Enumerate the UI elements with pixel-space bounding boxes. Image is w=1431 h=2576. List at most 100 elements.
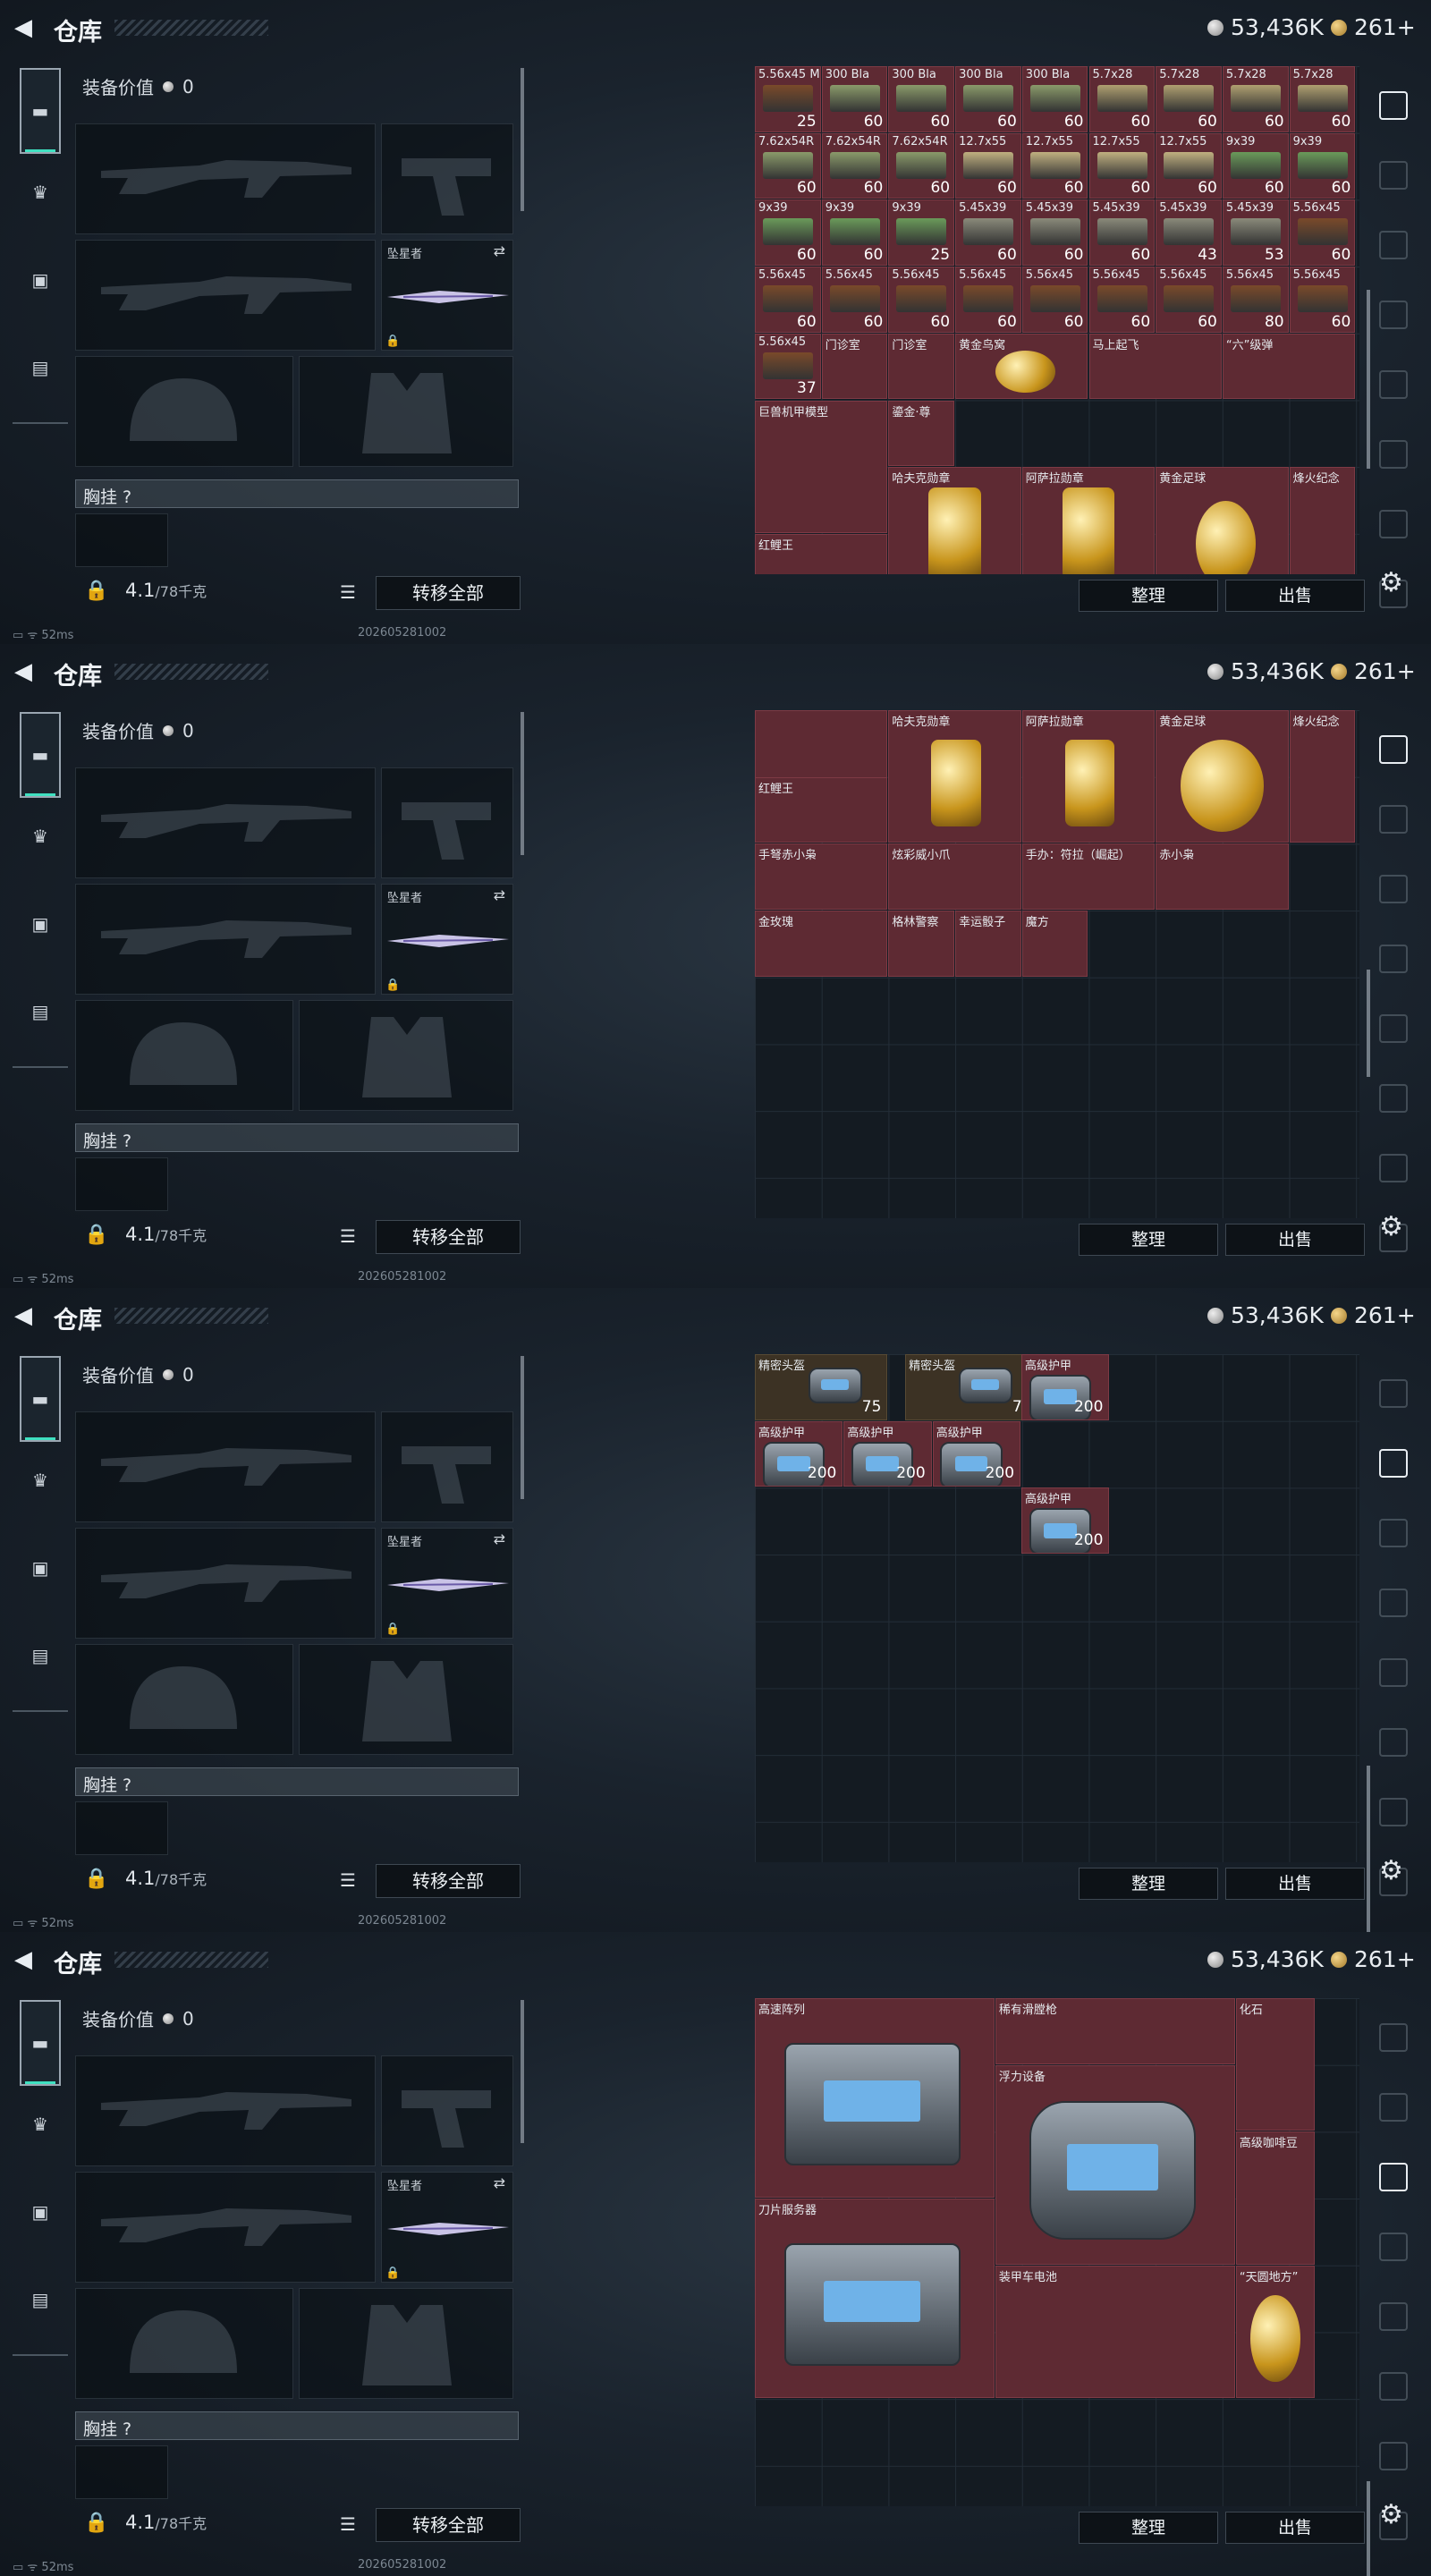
sell-button[interactable]: 出售 bbox=[1225, 1224, 1365, 1256]
ammo-box[interactable]: 5.56x45 60 bbox=[1156, 267, 1222, 333]
collectible-item[interactable]: 黄金足球 bbox=[1156, 467, 1289, 574]
stash-tab-3-icon[interactable] bbox=[1379, 301, 1408, 329]
swap-icon[interactable]: ⇄ bbox=[494, 2174, 505, 2191]
ammo-box[interactable]: 5.56x45 60 bbox=[1289, 199, 1356, 267]
collectible-item[interactable]: 红鲤王 bbox=[755, 533, 888, 574]
stash-tab-4-icon[interactable] bbox=[1379, 2302, 1408, 2331]
grid-scrollbar[interactable] bbox=[1367, 970, 1370, 1077]
melee-slot[interactable]: 坠星者 ⇄ 🔒 bbox=[381, 884, 513, 995]
stash-tab-2-icon[interactable] bbox=[1379, 231, 1408, 259]
melee-slot[interactable]: 坠星者 ⇄ 🔒 bbox=[381, 2172, 513, 2283]
ammo-box[interactable]: 5.7x28 60 bbox=[1222, 66, 1289, 132]
chest-rig-slot[interactable] bbox=[75, 513, 168, 567]
collectible-item[interactable]: 稀有滑膛枪 bbox=[995, 1998, 1235, 2064]
collectible-item[interactable]: 巨兽机甲模型 bbox=[755, 400, 888, 533]
armor-item[interactable]: 高级护甲 200 bbox=[1021, 1354, 1110, 1420]
ammo-box[interactable]: 7.62x54R 60 bbox=[888, 132, 955, 199]
grid-scrollbar[interactable] bbox=[1367, 290, 1370, 469]
collectible-item[interactable]: 红鲤王 bbox=[755, 776, 888, 843]
stash-tab-6-icon[interactable] bbox=[1379, 2442, 1408, 2470]
backpack-icon[interactable]: ▣ bbox=[20, 2191, 61, 2233]
stash-tab-5-icon[interactable] bbox=[1379, 1084, 1408, 1113]
ammo-box[interactable]: 5.45x39 60 bbox=[1021, 199, 1088, 267]
pistol-slot[interactable] bbox=[381, 123, 513, 234]
swap-icon[interactable]: ⇄ bbox=[494, 1530, 505, 1547]
ammo-box[interactable]: 5.56x45 80 bbox=[1222, 267, 1289, 333]
helmet-slot[interactable] bbox=[75, 356, 293, 467]
collectible-item[interactable]: 炫彩威小爪 bbox=[888, 843, 1021, 911]
ammo-box[interactable]: 300 Bla 60 bbox=[888, 66, 955, 132]
pistol-slot[interactable] bbox=[381, 2055, 513, 2166]
sort-button[interactable]: 整理 bbox=[1079, 2512, 1218, 2544]
ammo-box[interactable]: 12.7x55 60 bbox=[1156, 132, 1222, 199]
list-icon[interactable]: ☰ bbox=[340, 1225, 356, 1247]
stash-tab-4-icon[interactable] bbox=[1379, 1014, 1408, 1043]
collectible-item[interactable]: 阿萨拉勋章 bbox=[1021, 467, 1156, 574]
collectible-item[interactable]: 黄金鸟窝 bbox=[955, 333, 1088, 400]
primary-weapon-slot[interactable] bbox=[75, 767, 376, 878]
collectible-item[interactable]: “天圆地方” bbox=[1235, 2265, 1316, 2399]
ammo-box[interactable]: 12.7x55 60 bbox=[955, 132, 1021, 199]
ammo-box[interactable]: 5.45x39 53 bbox=[1222, 199, 1289, 267]
briefcase-icon[interactable]: ▤ bbox=[20, 347, 61, 388]
lock-icon[interactable]: 🔒 bbox=[84, 2512, 108, 2534]
sell-button[interactable]: 出售 bbox=[1225, 580, 1365, 612]
collectible-item[interactable]: 马上起飞 bbox=[1088, 333, 1222, 400]
sort-button[interactable]: 整理 bbox=[1079, 580, 1218, 612]
armor-item[interactable]: 高级护甲 200 bbox=[932, 1420, 1021, 1487]
transfer-all-button[interactable]: 转移全部 bbox=[376, 2508, 521, 2542]
grid-scrollbar[interactable] bbox=[1367, 2481, 1370, 2576]
ammo-box[interactable]: 5.56x45 60 bbox=[888, 267, 955, 333]
stash-tab-6-icon[interactable] bbox=[1379, 1798, 1408, 1826]
secondary-weapon-slot[interactable] bbox=[75, 884, 376, 995]
melee-slot[interactable]: 坠星者 ⇄ 🔒 bbox=[381, 240, 513, 351]
stash-tab-main-icon[interactable] bbox=[1379, 2023, 1408, 2052]
armor-slot[interactable] bbox=[299, 356, 513, 467]
grid-scrollbar[interactable] bbox=[1367, 1766, 1370, 1932]
collectible-item[interactable]: 金玫瑰 bbox=[755, 911, 888, 977]
ammo-box[interactable]: 7.62x54R 60 bbox=[821, 132, 888, 199]
helmet-icon[interactable]: ♛ bbox=[20, 1460, 61, 1501]
stash-tab-5-icon[interactable] bbox=[1379, 440, 1408, 469]
ammo-box[interactable]: 9x39 60 bbox=[1222, 132, 1289, 199]
stash-tab-1-icon[interactable] bbox=[1379, 161, 1408, 190]
stash-tab-1-icon[interactable] bbox=[1379, 1449, 1408, 1478]
helmet-icon[interactable]: ♛ bbox=[20, 816, 61, 857]
chest-rig-slot[interactable] bbox=[75, 1801, 168, 1855]
stash-tab-3-icon[interactable] bbox=[1379, 2233, 1408, 2261]
ammo-box[interactable]: 5.56x45 60 bbox=[821, 267, 888, 333]
briefcase-icon[interactable]: ▤ bbox=[20, 1635, 61, 1676]
gun-icon[interactable]: ▬ bbox=[20, 2000, 61, 2086]
ammo-box[interactable]: 5.56x45 60 bbox=[1289, 267, 1356, 333]
armor-item[interactable]: 精密头盔75 bbox=[905, 1354, 1038, 1420]
pistol-slot[interactable] bbox=[381, 1411, 513, 1522]
helmet-slot[interactable] bbox=[75, 1000, 293, 1111]
primary-weapon-slot[interactable] bbox=[75, 2055, 376, 2166]
ammo-box[interactable]: 5.7x28 60 bbox=[1088, 66, 1156, 132]
melee-slot[interactable]: 坠星者 ⇄ 🔒 bbox=[381, 1528, 513, 1639]
backpack-icon[interactable]: ▣ bbox=[20, 1547, 61, 1589]
gun-icon[interactable]: ▬ bbox=[20, 712, 61, 798]
transfer-all-button[interactable]: 转移全部 bbox=[376, 1864, 521, 1898]
ammo-box[interactable]: 9x39 60 bbox=[821, 199, 888, 267]
ammo-box[interactable]: 5.7x28 60 bbox=[1156, 66, 1222, 132]
ammo-box[interactable]: 7.62x54R 60 bbox=[755, 132, 821, 199]
collectible-item[interactable]: 黄金足球 bbox=[1156, 710, 1289, 843]
collectible-item[interactable]: 刀片服务器 bbox=[755, 2199, 995, 2399]
list-icon[interactable]: ☰ bbox=[340, 581, 356, 603]
ammo-box[interactable]: 300 Bla 60 bbox=[821, 66, 888, 132]
ammo-box[interactable]: 5.56x45 60 bbox=[1088, 267, 1156, 333]
secondary-weapon-slot[interactable] bbox=[75, 240, 376, 351]
stash-tab-3-icon[interactable] bbox=[1379, 945, 1408, 973]
gun-icon[interactable]: ▬ bbox=[20, 68, 61, 154]
list-icon[interactable]: ☰ bbox=[340, 2513, 356, 2535]
briefcase-icon[interactable]: ▤ bbox=[20, 2279, 61, 2320]
swap-icon[interactable]: ⇄ bbox=[494, 886, 505, 903]
gun-icon[interactable]: ▬ bbox=[20, 1356, 61, 1442]
swap-icon[interactable]: ⇄ bbox=[494, 242, 505, 259]
back-arrow-icon[interactable]: ◀ bbox=[14, 1946, 41, 1973]
list-icon[interactable]: ☰ bbox=[340, 1869, 356, 1891]
settings-gear-icon[interactable]: ⚙ bbox=[1379, 2499, 1403, 2530]
collectible-item[interactable]: 高速阵列 bbox=[755, 1998, 995, 2199]
collectible-item[interactable]: 哈夫克勋章 bbox=[888, 710, 1021, 843]
